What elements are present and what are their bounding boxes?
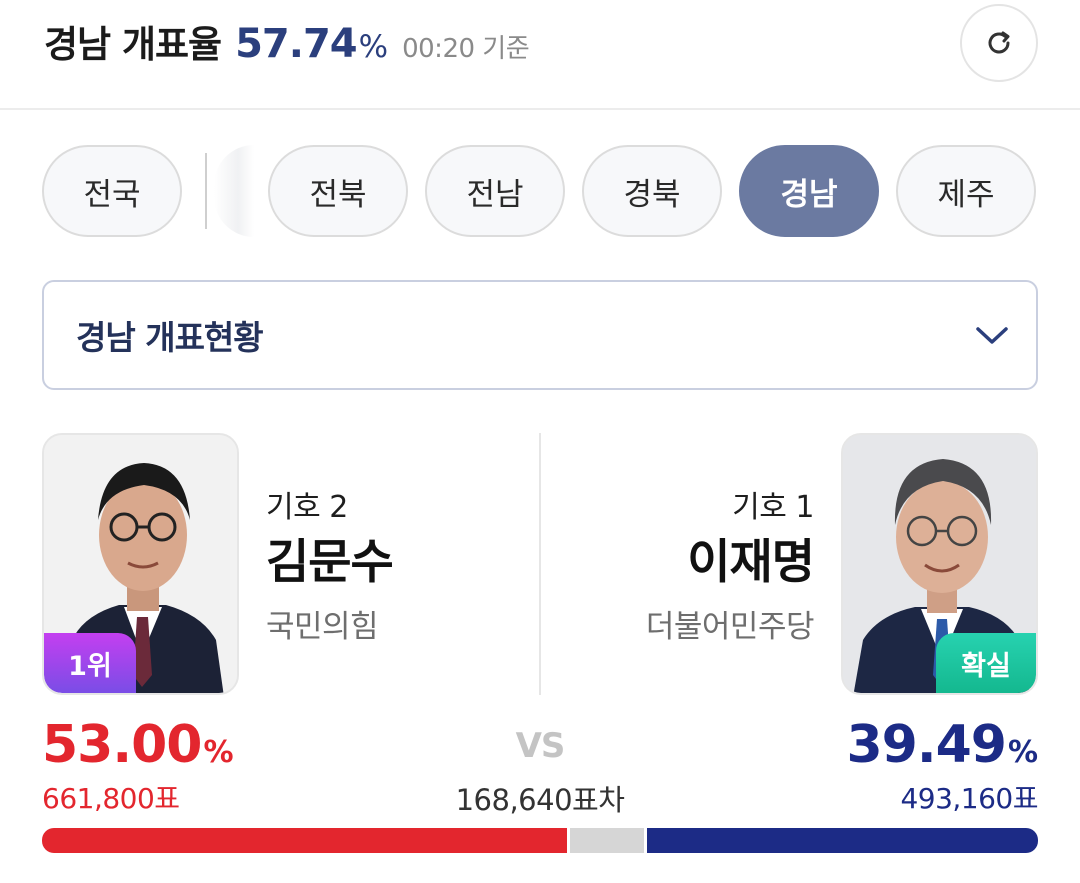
tab-divider [205,153,207,229]
candidate-info-right: 기호 1 이재명 더불어민주당 [645,487,815,651]
candidate-number-right: 기호 1 [732,490,814,525]
tab-gyeongnam[interactable]: 경남 [739,145,879,237]
percent-unit-left: % [203,735,234,770]
counting-rate-unit: % [358,29,389,65]
update-time: 00:20 기준 [402,34,530,64]
candidate-photo-left: 1위 [42,433,239,695]
page-title: 경남 개표율 [44,23,222,66]
header-title: 경남 개표율 57.74 % 00:20 기준 [44,14,530,74]
header: 경남 개표율 57.74 % 00:20 기준 [0,0,1080,110]
counting-rate: 57.74 [235,21,358,67]
vote-difference: 168,640표차 [455,783,625,817]
confirmed-badge: 확실 [936,633,1036,693]
candidate-name-right: 이재명 [687,535,815,590]
candidate-name-left: 김문수 [266,535,394,590]
percent-left: 53.00 % [42,715,234,777]
rank-badge: 1위 [44,633,136,693]
candidate-photo-right: 확실 [841,433,1038,695]
dropdown-label: 경남 개표현황 [76,318,264,357]
tab-jeju[interactable]: 제주 [896,145,1036,237]
vs-label: VS [515,726,566,766]
vote-share-bar-remaining [569,828,645,853]
candidate-number-left: 기호 2 [266,490,348,525]
region-tabs: 전국 전북 전남 경북 경남 제주 [0,145,1080,237]
votes-right: 493,160표 [900,782,1038,815]
vote-share-bar [42,828,1038,853]
percent-unit-right: % [1007,735,1038,770]
candidate-divider [539,433,541,695]
tab-jeonbuk[interactable]: 전북 [268,145,408,237]
percent-value-right: 39.49 [846,715,1006,775]
candidate-info-left: 기호 2 김문수 국민의힘 [266,487,394,651]
percent-right: 39.49 % [846,715,1038,777]
refresh-button[interactable] [960,4,1038,82]
tab-nationwide[interactable]: 전국 [42,145,182,237]
candidate-party-right: 더불어민주당 [645,609,815,645]
percent-value-left: 53.00 [42,715,202,775]
vote-share-bar-right [647,828,1038,853]
tab-gyeongbuk[interactable]: 경북 [582,145,722,237]
chevron-down-icon [976,327,1008,344]
status-dropdown[interactable]: 경남 개표현황 [42,280,1038,390]
votes-left: 661,800표 [42,782,180,815]
vote-share-bar-left [42,828,567,853]
candidate-party-left: 국민의힘 [266,609,379,645]
tab-scroll-fade [214,145,254,237]
refresh-icon [988,31,1010,54]
tab-jeonnam[interactable]: 전남 [425,145,565,237]
